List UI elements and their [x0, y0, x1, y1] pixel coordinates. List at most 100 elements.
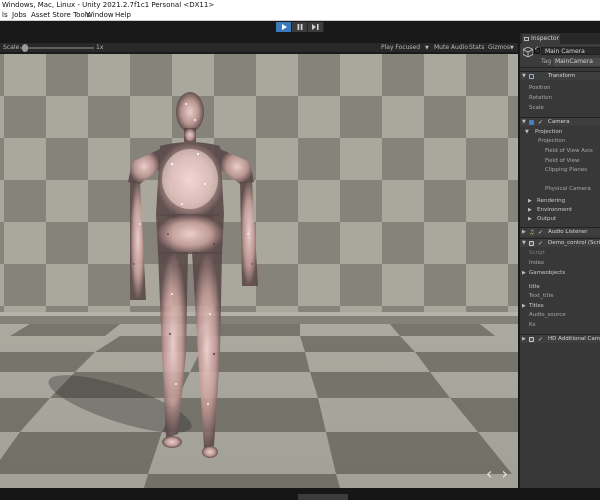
field-ks: Ks: [529, 322, 536, 328]
hd-camera-data-component-header[interactable]: ▶ ✓ HD Additional Camera Data: [520, 334, 600, 343]
gameobjects-foldout[interactable]: ▶ Gameobjects: [522, 269, 600, 278]
scale-slider-track[interactable]: [20, 47, 94, 49]
field-rotation: Rotation: [529, 95, 553, 101]
expand-arrow-icon: ▼: [522, 119, 526, 125]
stats-toggle[interactable]: Stats: [469, 43, 484, 53]
transform-icon: [529, 74, 534, 79]
collapse-arrow-icon: ▶: [522, 229, 526, 235]
audio-listener-checkbox[interactable]: ✓: [538, 228, 543, 236]
environment-foldout[interactable]: ▶ Environment: [525, 206, 600, 215]
expand-arrow-icon: ▼: [522, 73, 526, 79]
field-index: Index: [529, 260, 545, 266]
window-title: Windows, Mac, Linux - Unity 2021.2.7f1c1…: [2, 1, 215, 9]
script-icon: [529, 241, 534, 246]
game-view-toolbar: Scale 1x Play Focused ▼ Mute Audio Stats…: [0, 43, 518, 53]
pause-icon: [297, 24, 302, 30]
demo-control-checkbox[interactable]: ✓: [538, 239, 543, 247]
output-label: Output: [537, 216, 557, 222]
field-position: Position: [529, 85, 551, 91]
gameobjects-label: Gameobjects: [529, 270, 566, 276]
titles-label: Titles: [529, 303, 544, 309]
tag-dropdown[interactable]: MainCamera: [553, 58, 600, 66]
tab-inspector[interactable]: Inspector: [522, 34, 560, 44]
projection-foldout[interactable]: ▼ Projection: [525, 128, 600, 137]
play-icon: [281, 24, 287, 30]
field-scale: Scale: [529, 105, 544, 111]
field-audio-source: Audio_source: [529, 312, 566, 318]
environment-label: Environment: [537, 207, 573, 213]
play-controls: [276, 22, 324, 32]
menu-item-jobs[interactable]: Jobs: [12, 10, 26, 21]
expand-arrow-icon: ▼: [525, 129, 529, 135]
gizmos-chevron-icon: ▼: [510, 45, 514, 51]
tag-label: Tag: [541, 58, 552, 65]
play-button[interactable]: [276, 22, 292, 32]
menu-item-window[interactable]: Window: [86, 10, 114, 21]
scale-value: 1x: [96, 44, 104, 51]
collapse-arrow-icon: ▶: [528, 207, 532, 213]
menu-item-help[interactable]: Help: [115, 10, 131, 21]
menu-item-asset-store-tools[interactable]: Asset Store Tools: [31, 10, 90, 21]
inspector-panel: Inspector Main Camera Tag MainCamera ▼ T…: [519, 33, 600, 488]
titles-foldout[interactable]: ▶ Titles: [522, 302, 600, 311]
inspector-tab-label: Inspector: [531, 35, 559, 42]
field-fov-axis: Field of View Axis: [545, 148, 593, 154]
camera-icon: [529, 120, 534, 125]
step-button[interactable]: [308, 22, 324, 32]
collapse-arrow-icon: ▶: [522, 336, 526, 342]
projection-foldout-label: Projection: [535, 129, 563, 135]
field-projection: Projection: [538, 138, 566, 144]
gameobject-cube-icon: [523, 47, 533, 57]
field-clipping-planes: Clipping Planes: [545, 167, 588, 173]
horizontal-scrollbar[interactable]: [298, 494, 348, 500]
camera-component-header[interactable]: ▼ ✓ Camera: [520, 117, 600, 126]
audio-listener-title: Audio Listener: [548, 229, 588, 235]
checker-wall: [0, 54, 518, 316]
hd-camera-data-checkbox[interactable]: ✓: [538, 335, 543, 343]
game-viewport[interactable]: [0, 54, 518, 488]
demo-control-component-header[interactable]: ▼ ✓ Demo_control (Script): [520, 238, 600, 247]
navigation-arrows-icon[interactable]: ‹ ›: [486, 466, 510, 482]
menu-item-tools[interactable]: ls: [2, 10, 8, 21]
camera-enabled-checkbox[interactable]: ✓: [538, 118, 543, 126]
field-title: title: [529, 284, 540, 290]
window-titlebar: Windows, Mac, Linux - Unity 2021.2.7f1c1…: [0, 0, 600, 10]
play-focused-dropdown[interactable]: Play Focused: [381, 43, 420, 53]
headphones-icon: ♫: [529, 229, 535, 236]
transform-component-header[interactable]: ▼ Transform: [520, 71, 600, 80]
transform-title: Transform: [548, 73, 576, 79]
audio-listener-component-header[interactable]: ▶ ♫ ✓ Audio Listener: [520, 227, 600, 236]
scale-label: Scale: [3, 44, 20, 51]
field-text-title: Text_title: [529, 293, 554, 299]
field-fov: Field of View: [545, 158, 580, 164]
game-tab-bar: [0, 33, 518, 43]
script-icon: [529, 337, 534, 342]
hd-camera-data-title: HD Additional Camera Data: [548, 336, 600, 342]
inspector-icon: [524, 37, 529, 41]
inspector-tab-bar: Inspector: [520, 33, 600, 44]
demo-control-title: Demo_control (Script): [548, 240, 600, 246]
rendering-label: Rendering: [537, 198, 566, 204]
gameobject-header: Main Camera Tag MainCamera: [520, 44, 600, 68]
collapse-arrow-icon: ▶: [528, 216, 532, 222]
scale-slider-handle[interactable]: [22, 44, 28, 52]
checker-floor: [0, 312, 518, 488]
scene-render: [0, 54, 518, 488]
gizmos-dropdown[interactable]: Gizmos: [488, 43, 510, 53]
object-name-field[interactable]: Main Camera: [541, 47, 600, 55]
mute-audio-toggle[interactable]: Mute Audio: [434, 43, 468, 53]
collapse-arrow-icon: ▶: [522, 303, 526, 309]
menu-bar: ls Jobs Asset Store Tools Window Help: [0, 10, 600, 21]
pause-button[interactable]: [292, 22, 308, 32]
unity-editor-window: Windows, Mac, Linux - Unity 2021.2.7f1c1…: [0, 0, 600, 500]
active-checkbox[interactable]: [534, 45, 540, 54]
field-physical-camera: Physical Camera: [545, 186, 591, 192]
field-script: Script: [529, 250, 545, 256]
output-foldout[interactable]: ▶ Output: [525, 215, 600, 224]
collapse-arrow-icon: ▶: [522, 270, 526, 276]
main-toolbar: [0, 21, 600, 33]
camera-title: Camera: [548, 119, 570, 125]
collapse-arrow-icon: ▶: [528, 198, 532, 204]
rendering-foldout[interactable]: ▶ Rendering: [525, 197, 600, 206]
play-focused-chevron-icon: ▼: [425, 45, 429, 51]
